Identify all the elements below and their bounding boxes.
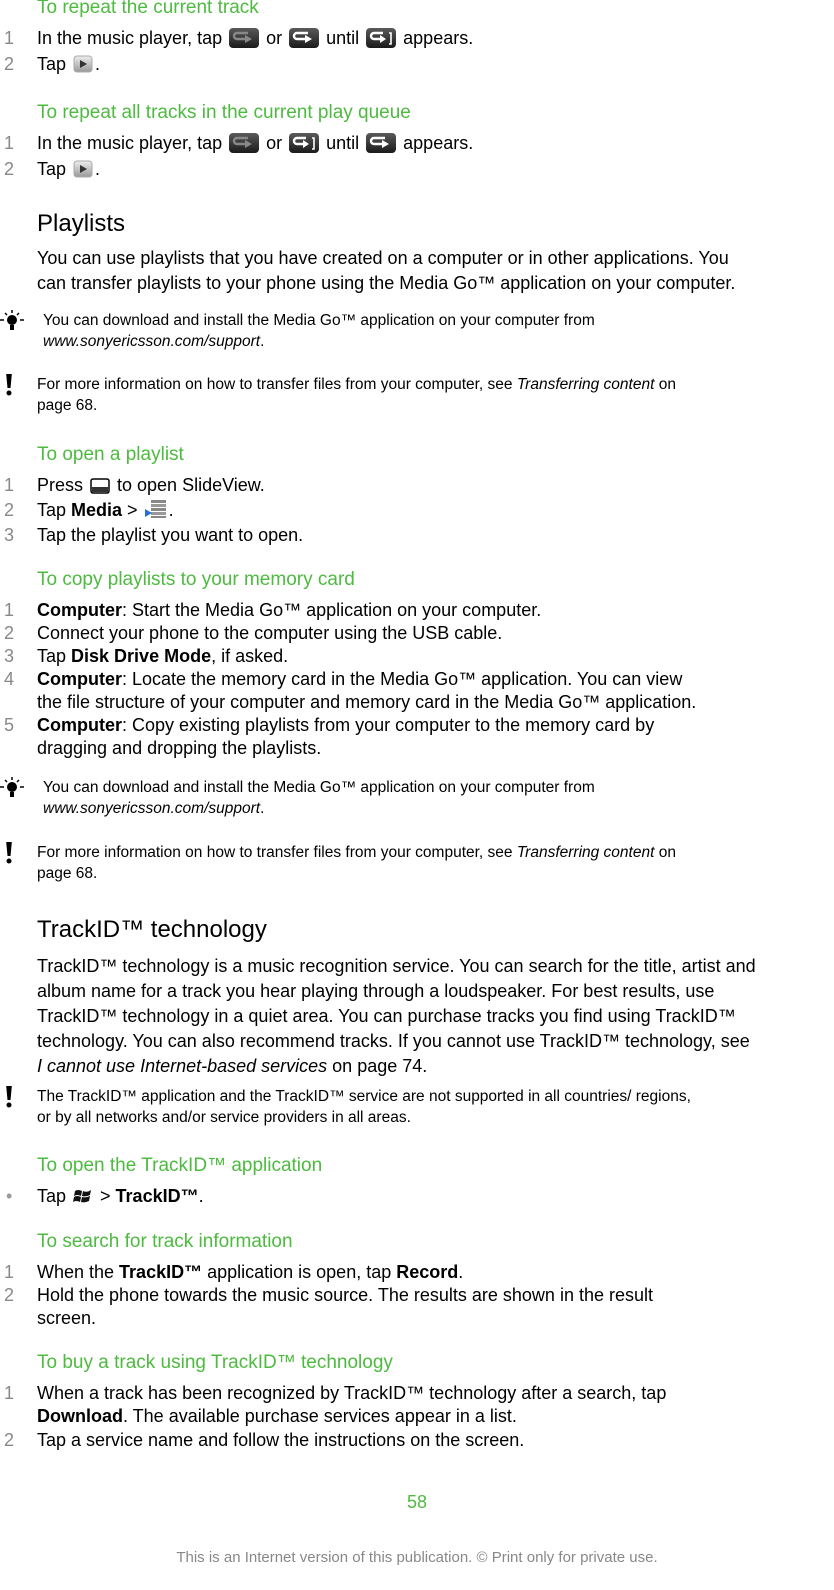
transferring-content-link[interactable]: Transferring content [517,844,655,861]
heading-copy-playlists: To copy playlists to your memory card [37,569,355,590]
support-link[interactable]: www.sonyericsson.com/support [43,800,260,817]
step-text: When the TrackID™ application is open, t… [37,1262,464,1282]
heading-repeat-current: To repeat the current track [37,0,259,18]
step-text-line2: dragging and dropping the playlists. [37,738,322,758]
step-number: 3 [4,646,15,666]
repeat-all-icon [366,133,397,153]
step-text-line2: the file structure of your computer and … [37,692,697,712]
paragraph-line: album name for a track you hear playing … [37,981,715,1001]
start-menu-icon [73,1190,92,1203]
paragraph-line: technology. You can also recommend track… [37,1031,750,1051]
slideview-key-icon [90,478,110,494]
step-text: Computer: Start the Media Go™ applicatio… [37,600,542,620]
heading-repeat-all: To repeat all tracks in the current play… [37,102,411,123]
step-text: Tap a service name and follow the instru… [37,1430,525,1450]
step-number: 1 [4,133,15,153]
support-link[interactable]: www.sonyericsson.com/support [43,333,260,350]
heading-buy-track: To buy a track using TrackID™ technology [37,1352,393,1373]
paragraph-line: TrackID™ technology in a quiet area. You… [37,1006,736,1026]
heading-open-trackid: To open the TrackID™ application [37,1155,323,1176]
repeat-all-icon [289,28,320,48]
repeat-one-icon [366,28,397,48]
step-number: 2 [4,500,15,520]
note-block: For more information on how to transfer … [0,374,834,418]
step-text: Tap . [37,54,101,74]
step-number: 1 [4,475,15,495]
step-text: Tap > TrackID™. [37,1186,204,1206]
step-number: 4 [4,669,15,689]
step-text: Press to open SlideView. [37,475,265,495]
playlist-icon [144,500,166,518]
step-number: 1 [4,1262,15,1282]
lightbulb-icon [0,777,24,797]
step-text: Computer: Copy existing playlists from y… [37,715,655,735]
step-text-line2: screen. [37,1308,97,1328]
note-text-line: or by all networks and/or service provid… [37,1109,411,1126]
exclamation-icon [6,842,12,864]
paragraph-line: TrackID™ technology is a music recogniti… [37,956,756,976]
step-text: In the music player, tap or until appear… [37,28,474,48]
step-number: 1 [4,28,15,48]
bullet: • [6,1186,13,1206]
step-text: Tap Media > . [37,500,174,520]
step-text: Hold the phone towards the music source.… [37,1285,653,1305]
note-text-line: For more information on how to transfer … [37,376,676,393]
step-number: 2 [4,623,15,643]
step-text: Tap . [37,159,101,179]
step-text: When a track has been recognized by Trac… [37,1383,667,1403]
heading-search-track: To search for track information [37,1231,293,1252]
step-number: 2 [4,1285,15,1305]
note-text-line: For more information on how to transfer … [37,844,676,861]
page-number: 58 [406,1492,428,1512]
tip-text-line: You can download and install the Media G… [43,779,595,796]
note-text-line: page 68. [37,865,98,882]
heading-trackid: TrackID™ technology [37,916,267,943]
step-text: Tap the playlist you want to open. [37,525,304,545]
step-number: 2 [4,1430,15,1450]
transferring-content-link[interactable]: Transferring content [517,376,655,393]
note-text-line: page 68. [37,397,98,414]
tip-text-line: www.sonyericsson.com/support. [43,800,265,817]
heading-playlists: Playlists [37,210,126,237]
exclamation-icon [6,374,12,396]
paragraph-line: You can use playlists that you have crea… [37,248,729,268]
step-number: 3 [4,525,15,545]
footer-notice: This is an Internet version of this publ… [176,1549,658,1566]
tip-block: You can download and install the Media G… [0,310,834,354]
note-block: For more information on how to transfer … [0,842,834,886]
step-text: In the music player, tap or until appear… [37,133,474,153]
note-text-line: The TrackID™ application and the TrackID… [37,1088,691,1105]
tip-block: You can download and install the Media G… [0,777,834,821]
step-number: 2 [4,54,15,74]
paragraph-line: I cannot use Internet-based services on … [37,1056,428,1076]
step-text: Tap Disk Drive Mode, if asked. [37,646,289,666]
tip-text-line: You can download and install the Media G… [43,312,595,329]
step-text-line2: Download. The available purchase service… [37,1406,517,1426]
tip-text-line: www.sonyericsson.com/support. [43,333,265,350]
step-number: 1 [4,600,15,620]
lightbulb-icon [0,310,24,330]
step-number: 2 [4,159,15,179]
exclamation-icon [6,1086,12,1108]
step-number: 5 [4,715,15,735]
step-number: 1 [4,1383,15,1403]
repeat-off-icon [229,28,260,48]
step-text: Connect your phone to the computer using… [37,623,503,643]
repeat-one-icon [289,133,320,153]
repeat-off-icon [229,133,260,153]
internet-services-link[interactable]: I cannot use Internet-based services [37,1056,327,1076]
heading-open-playlist: To open a playlist [37,444,184,465]
play-icon [73,160,93,178]
play-icon [73,55,93,73]
note-block: The TrackID™ application and the TrackID… [0,1086,834,1130]
paragraph-line: can transfer playlists to your phone usi… [37,273,736,293]
step-text: Computer: Locate the memory card in the … [37,669,683,689]
